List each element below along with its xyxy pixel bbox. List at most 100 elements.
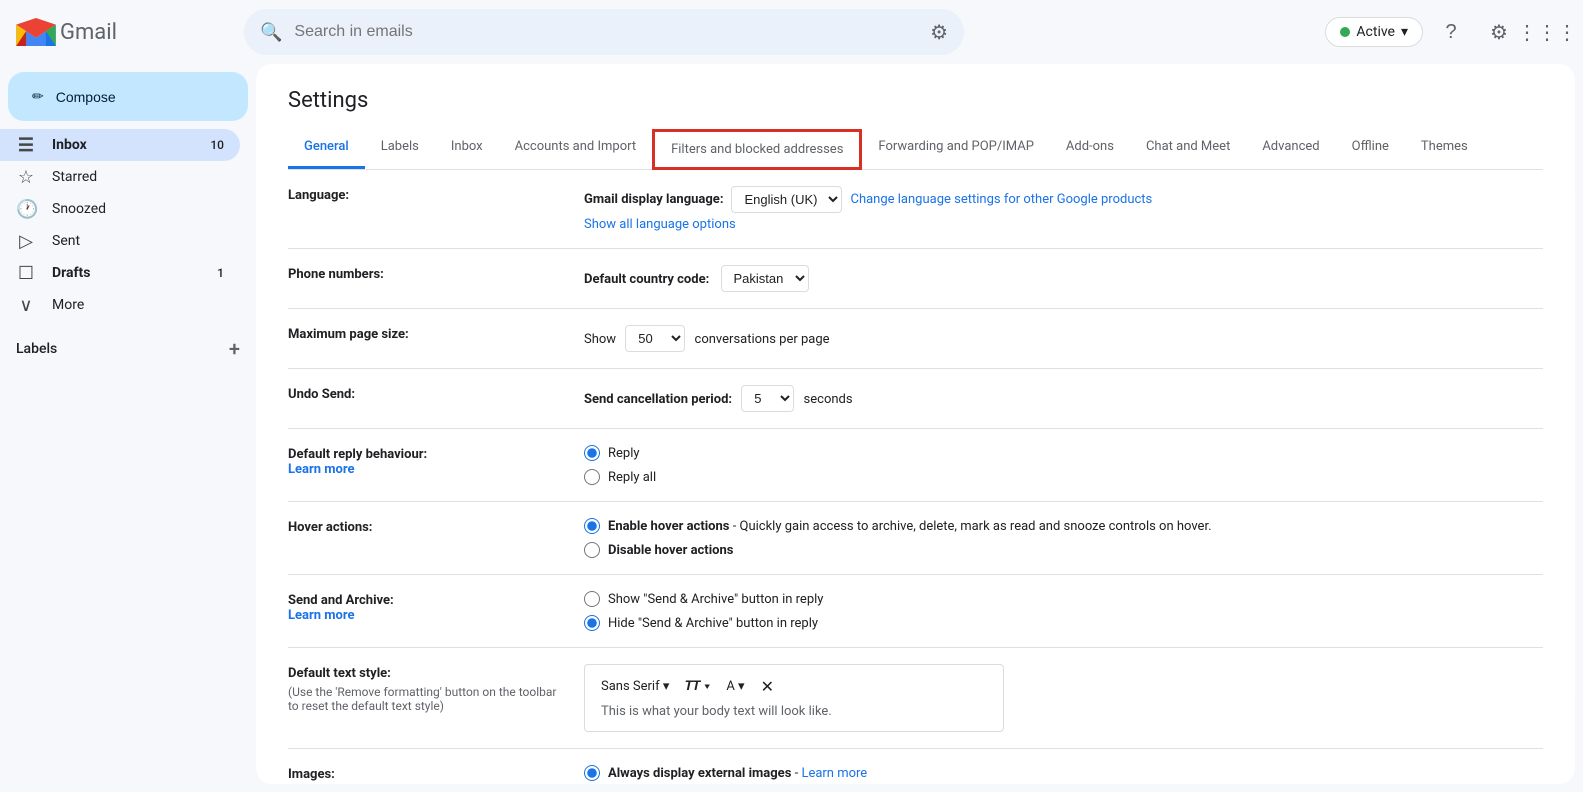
sendarchive-row: Send and Archive: Learn more Show "Send … (288, 575, 1543, 648)
pagesize-suffix: conversations per page (695, 332, 830, 347)
text-style-box: Sans Serif ▾ 𝑻𝑻 ▾ A ▾ ✕ This is what you… (584, 664, 1004, 732)
topbar-right: Active ▾ ? ⚙ ⋮⋮⋮ (1325, 12, 1567, 52)
change-language-link[interactable]: Change language settings for other Googl… (850, 192, 1152, 207)
replyall-option: Reply all (584, 469, 1543, 485)
undosend-period-label: Send cancellation period: (584, 392, 732, 407)
search-bar: 🔍 ⚙ (244, 9, 964, 55)
phone-country-select[interactable]: Pakistan (721, 265, 809, 292)
font-size-btn[interactable]: 𝑻𝑻 ▾ (685, 679, 710, 694)
tab-chat[interactable]: Chat and Meet (1130, 129, 1246, 169)
tab-themes[interactable]: Themes (1405, 129, 1484, 169)
topbar: Gmail 🔍 ⚙ Active ▾ ? ⚙ ⋮⋮⋮ (0, 0, 1583, 64)
apps-button[interactable]: ⋮⋮⋮ (1527, 12, 1567, 52)
clear-formatting-btn[interactable]: ✕ (761, 677, 774, 696)
textstyle-sublabel: (Use the 'Remove formatting' button on t… (288, 685, 568, 713)
sa-hide-radio[interactable] (584, 615, 600, 631)
textstyle-row: Default text style: (Use the 'Remove for… (288, 648, 1543, 749)
labels-section-header: Labels + (0, 321, 256, 365)
sidebar-item-label: Starred (52, 169, 224, 185)
replydefault-learn-more[interactable]: Learn more (288, 462, 355, 477)
language-select[interactable]: English (UK) (731, 186, 842, 213)
sent-icon: ▷ (16, 231, 36, 252)
text-style-toolbar: Sans Serif ▾ 𝑻𝑻 ▾ A ▾ ✕ (601, 677, 987, 696)
sa-show-radio[interactable] (584, 591, 600, 607)
images-always-radio[interactable] (584, 765, 600, 781)
compose-icon: ✏ (32, 88, 44, 105)
settings-container: Settings General Labels Inbox Accounts a… (256, 64, 1575, 784)
labels-add-button[interactable]: + (229, 337, 240, 361)
snoozed-icon: 🕐 (16, 199, 36, 220)
sidebar-item-starred[interactable]: ☆ Starred (0, 161, 240, 193)
sendarchive-learn-more[interactable]: Learn more (288, 608, 355, 623)
sidebar-item-sent[interactable]: ▷ Sent (0, 225, 240, 257)
reply-single-label[interactable]: Reply (608, 446, 640, 461)
undosend-suffix: seconds (804, 392, 853, 407)
hover-enable-label[interactable]: Enable hover actions - Quickly gain acce… (608, 519, 1212, 534)
tab-labels[interactable]: Labels (365, 129, 435, 169)
hover-options: Enable hover actions - Quickly gain acce… (584, 518, 1543, 558)
active-status-badge[interactable]: Active ▾ (1325, 17, 1423, 47)
tab-addons[interactable]: Add-ons (1050, 129, 1130, 169)
images-always-option: Always display external images - Learn m… (584, 765, 1543, 781)
tab-accounts[interactable]: Accounts and Import (499, 129, 652, 169)
search-input[interactable] (294, 23, 918, 41)
pagesize-control: Show 50 25 100 conversations per page (584, 325, 1543, 352)
hover-disable-label[interactable]: Disable hover actions (608, 543, 733, 558)
reply-options: Reply Reply all (584, 445, 1543, 485)
sidebar: ✏ Compose ☰ Inbox 10 ☆ Starred 🕐 Snoozed… (0, 64, 256, 792)
search-tune-icon[interactable]: ⚙ (930, 20, 948, 44)
phone-default-label: Default country code: (584, 272, 709, 287)
language-display-label: Gmail display language: (584, 192, 723, 207)
phone-row: Phone numbers: Default country code: Pak… (288, 249, 1543, 309)
sidebar-item-snoozed[interactable]: 🕐 Snoozed (0, 193, 240, 225)
images-always-label[interactable]: Always display external images - Learn m… (608, 766, 867, 781)
sidebar-item-label: More (52, 297, 224, 313)
tab-filters[interactable]: Filters and blocked addresses (652, 129, 862, 170)
sendarchive-control: Show "Send & Archive" button in reply Hi… (584, 591, 1543, 631)
settings-button[interactable]: ⚙ (1479, 12, 1519, 52)
replydefault-row: Default reply behaviour: Learn more Repl… (288, 429, 1543, 502)
inbox-icon: ☰ (16, 135, 36, 156)
gmail-logo: Gmail (16, 18, 236, 46)
show-all-languages-link[interactable]: Show all language options (584, 217, 736, 232)
reply-all-label[interactable]: Reply all (608, 470, 656, 485)
reply-all-radio[interactable] (584, 469, 600, 485)
sa-hide-label[interactable]: Hide "Send & Archive" button in reply (608, 616, 818, 631)
font-color-btn[interactable]: A ▾ (726, 679, 744, 694)
reply-option: Reply (584, 445, 1543, 461)
reply-single-radio[interactable] (584, 445, 600, 461)
images-control: Always display external images - Learn m… (584, 765, 1543, 784)
hover-disable-radio[interactable] (584, 542, 600, 558)
sendarchive-show-option: Show "Send & Archive" button in reply (584, 591, 1543, 607)
gmail-logo-text: Gmail (60, 20, 117, 45)
labels-title: Labels (16, 341, 57, 357)
compose-button[interactable]: ✏ Compose (8, 72, 248, 121)
tab-offline[interactable]: Offline (1336, 129, 1405, 169)
settings-body: Language: Gmail display language: Englis… (288, 170, 1543, 784)
hover-row: Hover actions: Enable hover actions - Qu… (288, 502, 1543, 575)
pagesize-select[interactable]: 50 25 100 (625, 325, 685, 352)
font-selector[interactable]: Sans Serif ▾ (601, 679, 669, 694)
tab-general[interactable]: General (288, 129, 365, 169)
sendarchive-options: Show "Send & Archive" button in reply Hi… (584, 591, 1543, 631)
sidebar-item-more[interactable]: ∨ More (0, 289, 240, 321)
hover-control: Enable hover actions - Quickly gain acce… (584, 518, 1543, 558)
tab-inbox[interactable]: Inbox (435, 129, 499, 169)
pagesize-label: Maximum page size: (288, 325, 568, 342)
tab-forwarding[interactable]: Forwarding and POP/IMAP (862, 129, 1050, 169)
sidebar-item-label: Snoozed (52, 201, 224, 217)
undosend-label: Undo Send: (288, 385, 568, 402)
sidebar-item-label: Inbox (52, 137, 194, 153)
search-icon: 🔍 (260, 22, 282, 43)
sidebar-item-inbox[interactable]: ☰ Inbox 10 (0, 129, 240, 161)
undosend-select[interactable]: 5 10 20 30 (741, 385, 794, 412)
replydefault-label: Default reply behaviour: Learn more (288, 445, 568, 477)
more-icon: ∨ (16, 295, 36, 316)
hover-disable-option: Disable hover actions (584, 542, 1543, 558)
help-button[interactable]: ? (1431, 12, 1471, 52)
tab-advanced[interactable]: Advanced (1246, 129, 1335, 169)
sa-show-label[interactable]: Show "Send & Archive" button in reply (608, 592, 823, 607)
sidebar-item-drafts[interactable]: ☐ Drafts 1 (0, 257, 240, 289)
images-learn-more[interactable]: Learn more (801, 766, 867, 781)
hover-enable-radio[interactable] (584, 518, 600, 534)
